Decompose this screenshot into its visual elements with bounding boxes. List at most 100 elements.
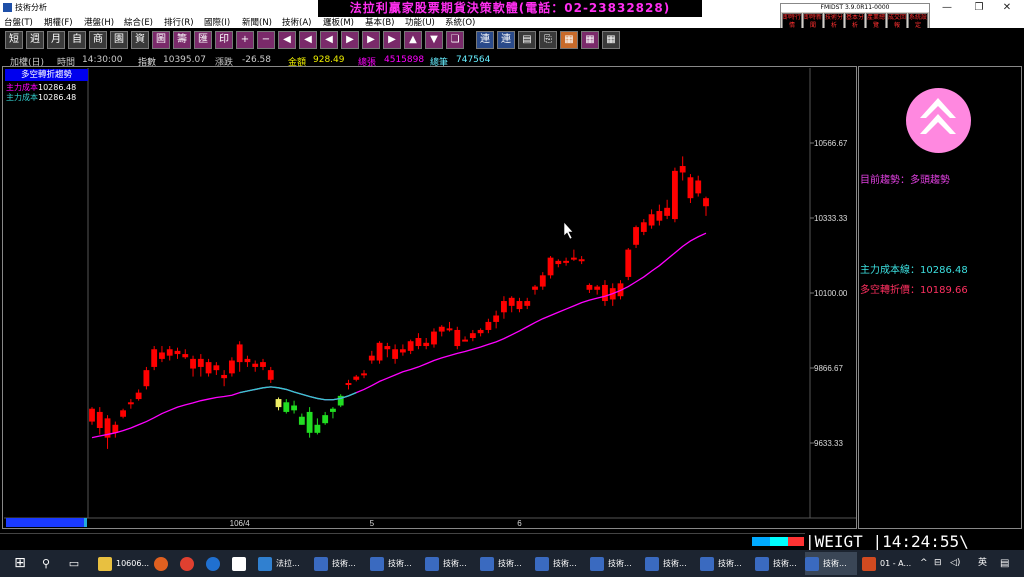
candle-body [127, 402, 134, 405]
taskbar-item-tech-4[interactable]: 技術... [480, 552, 532, 575]
candle-body [190, 358, 196, 369]
candle-body [143, 370, 150, 387]
taskbar-item-firefox[interactable] [154, 552, 174, 575]
tray-chevron-icon[interactable]: ^ [920, 552, 932, 575]
chart-app-icon [805, 556, 819, 571]
current-trend-text: 目前趨勢：多頭趨勢 [860, 175, 950, 186]
candle-body [135, 392, 142, 400]
double-up-arrow-icon [920, 98, 956, 134]
chart-app-icon [314, 556, 328, 571]
candle-body [221, 374, 228, 379]
y-tick-label: 9633.33 [814, 439, 843, 448]
candle-body [477, 329, 484, 334]
candle-body [570, 257, 577, 260]
taskbar-item-tech-1[interactable]: 技術... [314, 552, 366, 575]
clock-text: 14:24:55 [882, 532, 960, 551]
chart-app-icon [645, 556, 659, 571]
candle-body [625, 249, 632, 277]
candle-body [664, 207, 671, 216]
y-tick-group: 10566.67 10333.33 10100.00 9866.67 9633.33 [810, 139, 848, 448]
candle-body [252, 363, 259, 367]
legend-cost-value: 10286.48 [38, 83, 77, 92]
network-icon[interactable]: ⊟ [934, 552, 946, 575]
candle-body [695, 180, 702, 194]
candle-body [656, 211, 663, 221]
candle-body [594, 286, 601, 290]
candle-body [267, 370, 274, 380]
taskbar-item-chrome[interactable] [180, 552, 200, 575]
taskbar-item-tech-9[interactable]: 技術... [755, 552, 807, 575]
x-tick-label: 106/4 [230, 519, 251, 528]
taskbar-item-tech-active[interactable]: 技術... [805, 552, 857, 575]
volume-icon[interactable]: ◁) [950, 552, 962, 575]
candle-body [687, 177, 694, 199]
taskbar-item-edge[interactable] [206, 552, 226, 575]
candle-body [454, 329, 461, 347]
taskbar-item-tech-8[interactable]: 技術... [700, 552, 752, 575]
firefox-icon [154, 556, 168, 571]
legend-cost-label: 主力成本 [6, 83, 38, 92]
taskbar-item-mail[interactable] [232, 552, 252, 575]
notification-icon[interactable]: ▤ [1000, 552, 1016, 575]
chrome-icon [180, 556, 194, 571]
search-icon[interactable]: ⚲ [36, 552, 56, 575]
candle-body [469, 333, 476, 338]
candle-body [182, 354, 189, 358]
candle-body [462, 339, 468, 342]
taskbar-item-app-1[interactable]: 法拉... [258, 552, 308, 575]
candle-body [640, 222, 647, 232]
candle-body [547, 257, 554, 276]
y-tick-label: 10100.00 [814, 289, 848, 298]
candle-body [524, 301, 531, 306]
candle-body [633, 227, 639, 245]
legend-cost-label-2: 主力成本 [6, 93, 38, 102]
scrollbar-thumb[interactable] [84, 518, 87, 527]
candle-body [353, 376, 360, 380]
legend-cost-cyan: 主力成本10286.48 [6, 92, 76, 103]
status-block-cyan [770, 537, 788, 546]
legend-cost-value-2: 10286.48 [38, 93, 77, 102]
candle-body [384, 346, 391, 350]
candle-body [376, 342, 383, 361]
chart-app-icon [700, 556, 714, 571]
taskbar-item-tech-5[interactable]: 技術... [535, 552, 587, 575]
x-tick-label: 5 [370, 519, 375, 528]
candle-body [555, 260, 562, 265]
candle-body [322, 415, 329, 424]
taskbar-item-tech-6[interactable]: 技術... [590, 552, 642, 575]
candle-body [96, 411, 103, 428]
candle-body [586, 284, 593, 290]
candle-body [236, 344, 243, 363]
scrollbar-track[interactable] [6, 518, 86, 527]
candle-group [89, 156, 709, 449]
candle-body [602, 284, 608, 302]
edge-icon [206, 556, 220, 571]
taskbar-item-ppt[interactable]: 01 - A... [862, 552, 914, 575]
candle-body [197, 358, 204, 367]
chart-app-icon [535, 556, 549, 571]
candle-body [407, 341, 414, 351]
candle-body [174, 350, 181, 355]
x-tick-group: 106/4 5 6 [230, 519, 523, 528]
candle-body [563, 260, 570, 263]
candle-body [648, 214, 655, 226]
candle-body [120, 410, 127, 417]
candle-body [539, 275, 546, 287]
status-block-blue [752, 537, 770, 546]
candle-body [501, 301, 507, 313]
ticker-text: WEIGT [814, 532, 863, 551]
mouse-cursor-icon [563, 221, 574, 240]
candle-body [298, 416, 305, 425]
taskbar-item-tech-7[interactable]: 技術... [645, 552, 697, 575]
candle-body [679, 166, 686, 173]
taskbar-item-folder[interactable]: 10606... [98, 552, 149, 575]
start-button[interactable]: ⊞ [8, 552, 32, 575]
taskbar-item-tech-3[interactable]: 技術... [425, 552, 477, 575]
candle-body [205, 362, 212, 374]
mail-icon [232, 556, 246, 571]
taskbar-item-tech-2[interactable]: 技術... [370, 552, 422, 575]
input-language[interactable]: 英 [978, 552, 992, 575]
folder-icon [98, 556, 112, 571]
candle-body [578, 259, 585, 262]
task-view-icon[interactable]: ▭ [64, 552, 84, 575]
